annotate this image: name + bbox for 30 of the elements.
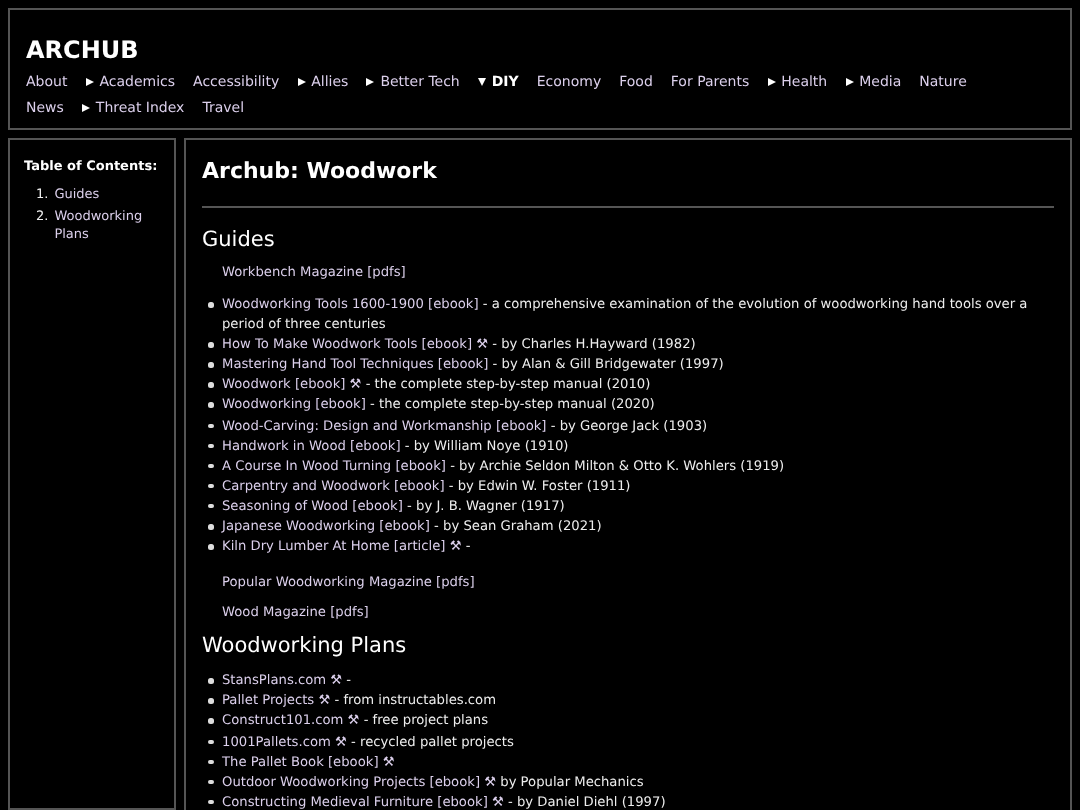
- bullet-icon: [208, 402, 213, 408]
- bullet-icon: [208, 302, 213, 307]
- bullet-icon: [208, 483, 213, 489]
- bullet-icon: [208, 382, 213, 388]
- caret-right-icon: [767, 78, 776, 86]
- caret-right-icon: [845, 78, 854, 86]
- caret-right-icon: [366, 78, 375, 86]
- bullet-icon: [208, 799, 213, 805]
- bullet-icon: [208, 544, 213, 550]
- page-title: Archub: Woodwork: [202, 158, 439, 184]
- caret-right-icon: [85, 78, 94, 86]
- bullet-icon: [208, 759, 213, 765]
- bullet-icon: [208, 362, 213, 368]
- bullet-icon: [208, 779, 213, 785]
- bullet-icon: [208, 524, 213, 530]
- bullet-icon: [208, 739, 213, 744]
- bullet-icon: [208, 678, 213, 684]
- bullet-icon: [208, 503, 213, 509]
- section-heading: Guides: [202, 228, 277, 252]
- caret-right-icon: [297, 78, 306, 86]
- bullet-icon: [208, 443, 213, 449]
- bullet-icon: [208, 718, 213, 724]
- bullet-icon: [208, 342, 213, 348]
- site-title[interactable]: ARCHUB: [26, 36, 139, 64]
- caret-down-icon: [477, 78, 486, 86]
- bullet-icon: [208, 463, 213, 469]
- caret-right-icon: [81, 104, 90, 112]
- bullet-icon: [208, 423, 213, 429]
- section-heading: Woodworking Plans: [202, 634, 409, 659]
- bullet-icon: [208, 698, 213, 704]
